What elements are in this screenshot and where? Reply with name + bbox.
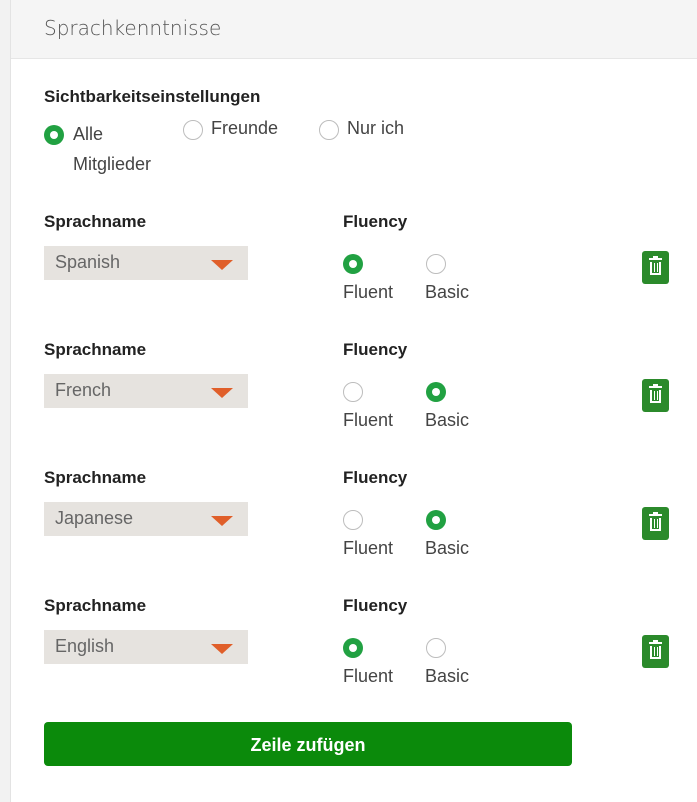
- delete-row-button[interactable]: [642, 251, 669, 284]
- language-name-label: Sprachname: [44, 468, 147, 487]
- fluency-radio-fluent[interactable]: [343, 638, 363, 658]
- language-select[interactable]: Japanese: [44, 502, 248, 536]
- add-row-button[interactable]: Zeile zufügen: [44, 722, 572, 766]
- fluency-label: Fluency: [343, 340, 408, 359]
- fluency-radio-basic[interactable]: [426, 638, 446, 658]
- delete-row-button[interactable]: [642, 635, 669, 668]
- visibility-radio-friends[interactable]: [183, 120, 203, 140]
- language-name-label: Sprachname: [44, 340, 147, 359]
- fluency-radio-fluent[interactable]: [343, 382, 363, 402]
- language-name-label: Sprachname: [44, 596, 147, 615]
- fluency-radio-basic[interactable]: [426, 254, 446, 274]
- visibility-label-all-line2: Mitglieder: [73, 154, 152, 174]
- visibility-radio-all-members[interactable]: [44, 125, 64, 145]
- language-select[interactable]: French: [44, 374, 248, 408]
- language-skills-panel: Sprachkenntnisse Sichtbarkeitseinstellun…: [10, 0, 697, 802]
- caret-down-icon: [211, 644, 233, 654]
- fluency-label-fluent: Fluent: [343, 538, 394, 558]
- fluency-label-fluent: Fluent: [343, 282, 394, 302]
- language-select-value: English: [55, 636, 115, 656]
- language-select-value: French: [55, 380, 112, 400]
- fluency-label-basic: Basic: [425, 666, 470, 686]
- caret-down-icon: [211, 388, 233, 398]
- delete-row-button[interactable]: [642, 379, 669, 412]
- fluency-radio-basic[interactable]: [426, 510, 446, 530]
- fluency-label-fluent: Fluent: [343, 410, 394, 430]
- fluency-label: Fluency: [343, 468, 408, 487]
- fluency-label-fluent: Fluent: [343, 666, 394, 686]
- fluency-radio-fluent[interactable]: [343, 510, 363, 530]
- fluency-label-basic: Basic: [425, 410, 470, 430]
- visibility-label-friends: Freunde: [211, 118, 279, 138]
- language-select[interactable]: English: [44, 630, 248, 664]
- visibility-radio-only-me[interactable]: [319, 120, 339, 140]
- fluency-label: Fluency: [343, 212, 408, 231]
- panel-title: Sprachkenntnisse: [44, 16, 222, 40]
- fluency-label: Fluency: [343, 596, 408, 615]
- language-select-value: Japanese: [55, 508, 134, 528]
- caret-down-icon: [211, 260, 233, 270]
- visibility-label-all-line1: Alle: [73, 124, 104, 144]
- fluency-label-basic: Basic: [425, 538, 470, 558]
- language-select[interactable]: Spanish: [44, 246, 248, 280]
- visibility-label-only-me: Nur ich: [347, 118, 405, 138]
- delete-row-button[interactable]: [642, 507, 669, 540]
- panel-header: Sprachkenntnisse: [11, 0, 697, 59]
- fluency-label-basic: Basic: [425, 282, 470, 302]
- language-name-label: Sprachname: [44, 212, 147, 231]
- visibility-heading: Sichtbarkeitseinstellungen: [44, 87, 261, 106]
- fluency-radio-basic[interactable]: [426, 382, 446, 402]
- caret-down-icon: [211, 516, 233, 526]
- language-select-value: Spanish: [55, 252, 121, 272]
- fluency-radio-fluent[interactable]: [343, 254, 363, 274]
